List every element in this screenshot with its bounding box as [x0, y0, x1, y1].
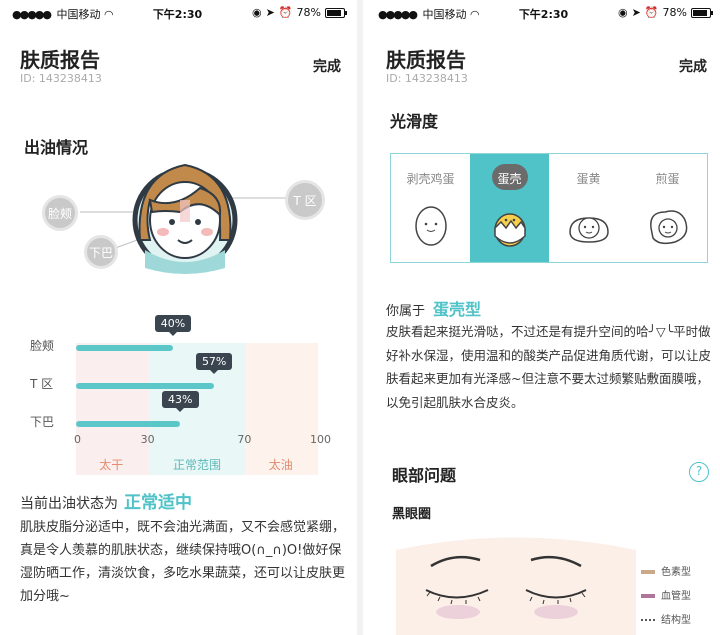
header: 肤质报告 ID: 143238413 完成 [366, 24, 720, 88]
alarm-icon: ⏰ [278, 6, 293, 19]
legend-swatch [641, 570, 655, 574]
oil-status-value: 正常适中 [124, 493, 192, 513]
status-bar: ●●●●● 中国移动 ◠ 下午2:30 ◉ ➤ ⏰ 78% [0, 0, 355, 24]
done-button[interactable]: 完成 [679, 56, 707, 76]
page-title: 肤质报告 [386, 48, 466, 72]
bar [76, 345, 173, 351]
smoothness-selector: 剥壳鸡蛋 蛋壳 蛋黄 煎蛋 [390, 153, 708, 263]
status-bar: ●●●●● 中国移动 ◠ 下午2:30 ◉ ➤ ⏰ 78% [366, 0, 720, 24]
legend-vascular: 血管型 [641, 587, 691, 602]
bar-category-label: 脸颊 [30, 339, 55, 353]
status-right: ◉ ➤ ⏰ 78% [252, 6, 347, 19]
legend-label: 血管型 [661, 591, 691, 602]
bar-category-label: T 区 [30, 377, 54, 391]
eye-section-title: 眼部问题 [392, 466, 457, 485]
user-id: ID: 143238413 [20, 72, 102, 85]
egg-option-yolk[interactable]: 蛋黄 [549, 154, 628, 262]
bar-value-label: 57% [195, 353, 233, 374]
page-title: 肤质报告 [20, 48, 100, 72]
screen-divider [357, 0, 363, 635]
user-id: ID: 143238413 [386, 72, 468, 85]
smoothness-type-value: 蛋壳型 [433, 300, 482, 319]
right-screen: ●●●●● 中国移动 ◠ 下午2:30 ◉ ➤ ⏰ 78% 肤质报告 ID: 1… [366, 0, 720, 635]
legend-pigment: 色素型 [641, 563, 691, 578]
location-icon: ➤ [631, 6, 641, 19]
battery-percent: 78% [296, 6, 321, 19]
zone-label: 太干 [99, 458, 124, 472]
tzone-bubble[interactable]: T 区 [285, 180, 325, 220]
bar-value-label: 40% [154, 315, 192, 336]
cheek-bubble[interactable]: 脸颊 [42, 195, 78, 231]
x-tick-label: 100 [310, 433, 331, 446]
screenshot-pair: ●●●●● 中国移动 ◠ 下午2:30 ◉ ➤ ⏰ 78% 肤质报告 ID: 1… [0, 0, 720, 635]
battery-percent: 78% [662, 6, 687, 19]
eyes-illustration [396, 537, 636, 635]
dark-circles-title: 黑眼圈 [392, 507, 432, 522]
eggshell-icon [494, 213, 526, 247]
bar [76, 383, 214, 389]
egg-option-label: 煎蛋 [655, 172, 680, 186]
smoothness-type: 你属于 蛋壳型 [386, 296, 481, 320]
egg-option-peeled[interactable]: 剥壳鸡蛋 [391, 154, 470, 262]
oil-bar-chart: 脸颊 40% T 区 57% 下巴 43% 0 30 70 100 太干 正常范围 太油 [30, 315, 331, 475]
bar-category-label: 下巴 [30, 415, 55, 429]
done-button[interactable]: 完成 [313, 56, 341, 76]
battery-icon [691, 7, 713, 18]
egg-option-label: 蛋壳 [497, 172, 522, 186]
egg-option-fried[interactable]: 煎蛋 [628, 154, 707, 262]
legend-swatch [641, 594, 655, 598]
battery-icon [325, 7, 347, 18]
zone-label: 正常范围 [173, 458, 222, 472]
legend-label: 结构型 [661, 615, 691, 626]
smoothness-type-prefix: 你属于 [386, 304, 426, 319]
location-icon: ➤ [265, 6, 275, 19]
peeled-egg-icon [415, 206, 447, 246]
egg-yolk-icon [569, 217, 609, 243]
fried-egg-icon [650, 210, 688, 245]
chin-bubble[interactable]: 下巴 [84, 235, 118, 269]
x-tick-label: 0 [74, 433, 81, 446]
x-tick-label: 70 [237, 433, 252, 446]
oil-status: 当前出油状态为 正常适中 [20, 488, 192, 513]
lock-rotation-icon: ◉ [618, 6, 628, 19]
legend-swatch [641, 619, 655, 621]
alarm-icon: ⏰ [644, 6, 659, 19]
header: 肤质报告 ID: 143238413 完成 [0, 24, 355, 88]
oil-description: 肌肤皮脂分泌适中，既不会油光满面，又不会感觉紧绷，真是令人羡慕的肌肤状态，继续保… [20, 520, 346, 604]
status-right: ◉ ➤ ⏰ 78% [618, 6, 713, 19]
bar [76, 421, 181, 427]
oil-status-prefix: 当前出油状态为 [20, 496, 118, 512]
smoothness-description: 皮肤看起来挺光滑哒，不过还是有提升空间的哈╯▽╰平时做好补水保湿，使用温和的酸类… [386, 324, 712, 410]
bar-value-label: 43% [162, 391, 199, 412]
smoothness-section-title: 光滑度 [390, 112, 439, 131]
lock-rotation-icon: ◉ [252, 6, 262, 19]
zone-label: 太油 [268, 458, 293, 472]
x-tick-label: 30 [140, 433, 155, 446]
legend-label: 色素型 [661, 567, 691, 578]
legend-structural: 结构型 [641, 611, 691, 626]
help-icon[interactable]: ? [689, 462, 709, 482]
left-screen: ●●●●● 中国移动 ◠ 下午2:30 ◉ ➤ ⏰ 78% 肤质报告 ID: 1… [0, 0, 355, 635]
egg-option-label: 蛋黄 [576, 172, 601, 186]
face-illustration: 脸颊 下巴 T 区 [0, 140, 355, 300]
egg-option-shell[interactable]: 蛋壳 [470, 154, 549, 262]
egg-option-label: 剥壳鸡蛋 [406, 172, 455, 186]
